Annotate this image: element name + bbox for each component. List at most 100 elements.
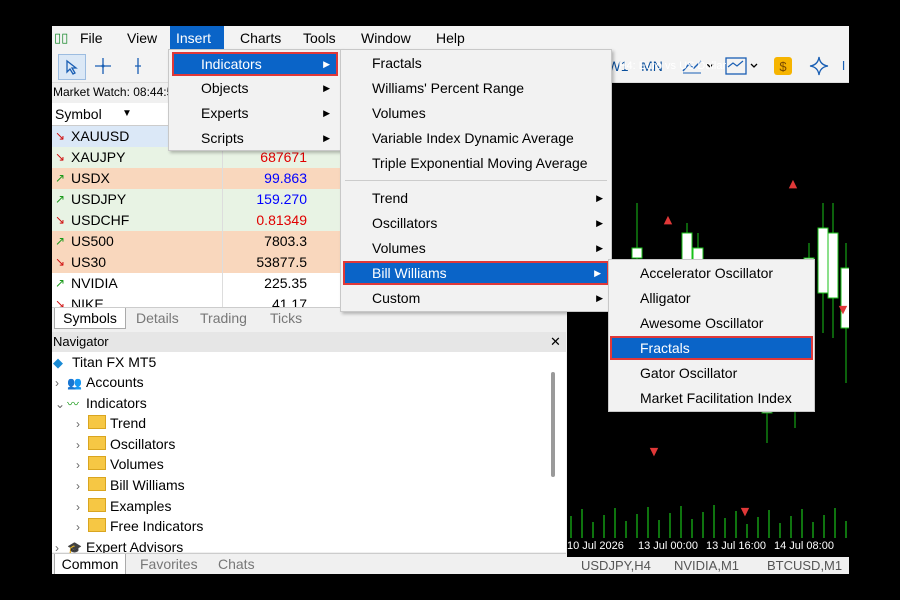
chart-tab-nvidia[interactable]: NVIDIA,M1 xyxy=(674,557,739,574)
market-watch-row[interactable]: ↗ USDX 99.863 xyxy=(52,168,342,189)
templates-icon[interactable] xyxy=(724,54,760,78)
sparkle-icon[interactable] xyxy=(806,54,832,78)
navigator-tree: ◆ Titan FX MT5 › 👥 Accounts ⌄ 〰 Indicators › Tre… xyxy=(52,352,566,555)
column-divider xyxy=(222,252,223,273)
navigator-item-label: Indicators xyxy=(86,394,147,411)
fractal-down-arrow: ▼ xyxy=(741,505,750,518)
menu-tools[interactable]: Tools xyxy=(297,26,342,50)
column-divider xyxy=(222,168,223,189)
symbol-column-header[interactable]: Symbol xyxy=(55,103,102,125)
navigator-item[interactable]: › Volumes xyxy=(76,454,164,474)
group-oscillators[interactable]: Oscillators ▶ xyxy=(341,211,611,235)
chevron-right-icon[interactable]: › xyxy=(76,455,88,475)
navigator-close-icon[interactable]: ✕ xyxy=(550,332,561,352)
folder-icon xyxy=(88,477,106,491)
chevron-right-icon[interactable]: › xyxy=(55,373,67,393)
tab-ticks[interactable]: Ticks xyxy=(270,308,302,328)
bw-gator-oscillator[interactable]: Gator Oscillator xyxy=(609,361,814,385)
group-volumes[interactable]: Volumes ▶ xyxy=(341,236,611,260)
submenu-arrow-icon: ▶ xyxy=(323,59,330,69)
dollar-icon[interactable]: $ xyxy=(772,54,794,78)
column-divider xyxy=(222,231,223,252)
group-trend[interactable]: Trend ▶ xyxy=(341,186,611,210)
recent-volumes[interactable]: Volumes xyxy=(341,101,611,125)
submenu-arrow-icon: ▶ xyxy=(323,108,330,118)
navigator-item[interactable]: › Bill Williams xyxy=(76,475,185,495)
tab-chats[interactable]: Chats xyxy=(218,554,255,574)
tab-symbols[interactable]: Symbols xyxy=(54,308,126,329)
navigator-title-bar: Navigator ✕ xyxy=(52,332,566,352)
market-watch-row[interactable]: ↗ US500 7803.3 xyxy=(52,231,342,252)
navigator-item[interactable]: › 👥 Accounts xyxy=(55,372,144,392)
recent-williams-percent-range[interactable]: Williams' Percent Range xyxy=(341,76,611,100)
navigator-item[interactable]: › Free Indicators xyxy=(76,516,203,536)
menu-view[interactable]: View xyxy=(121,26,163,50)
submenu-arrow-icon: ▶ xyxy=(596,193,603,203)
bw-fractals[interactable]: Fractals xyxy=(610,336,813,360)
navigator-item[interactable]: › Trend xyxy=(76,413,146,433)
navigator-item-label: Volumes xyxy=(110,456,164,473)
bw-alligator[interactable]: Alligator xyxy=(609,286,814,310)
symbol-name: USDX xyxy=(71,170,110,186)
vertical-line-icon[interactable] xyxy=(128,54,148,78)
tab-favorites[interactable]: Favorites xyxy=(140,554,198,574)
market-watch-row[interactable]: ↗ NVIDIA 225.35 xyxy=(52,273,342,294)
folder-icon xyxy=(88,497,106,512)
menu-insert[interactable]: Insert xyxy=(170,26,224,50)
crosshair-icon[interactable] xyxy=(90,54,116,78)
chevron-right-icon[interactable]: › xyxy=(76,435,88,455)
navigator-root[interactable]: ◆ Titan FX MT5 xyxy=(53,352,156,372)
bw-awesome-oscillator[interactable]: Awesome Oscillator xyxy=(609,311,814,335)
tab-common[interactable]: Common xyxy=(54,554,126,574)
chevron-right-icon[interactable]: › xyxy=(76,476,88,496)
candle-body xyxy=(631,247,643,259)
market-watch-row[interactable]: ↘ USDCHF 0.81349 xyxy=(52,210,342,231)
accounts-icon: 👥 xyxy=(67,376,82,390)
tab-trading[interactable]: Trading xyxy=(200,308,247,328)
chart-tab-usdjpy[interactable]: USDJPY,H4 xyxy=(581,557,651,574)
cursor-arrow-icon[interactable] xyxy=(58,54,86,80)
sort-arrow-icon[interactable]: ▼ xyxy=(122,103,132,125)
indicators-menu: Fractals Williams' Percent Range Volumes… xyxy=(340,49,612,312)
candle-body xyxy=(817,227,829,294)
group-custom[interactable]: Custom ▶ xyxy=(341,286,611,310)
recent-tema[interactable]: Triple Exponential Moving Average xyxy=(341,151,611,175)
chevron-right-icon[interactable]: › xyxy=(76,517,88,537)
tab-details[interactable]: Details xyxy=(136,308,179,328)
menu-item-objects[interactable]: Objects ▶ xyxy=(172,76,338,100)
market-watch-row[interactable]: ↗ USDJPY 159.270 xyxy=(52,189,342,210)
chevron-right-icon[interactable]: › xyxy=(76,497,88,517)
bw-accelerator-oscillator[interactable]: Accelerator Oscillator xyxy=(609,261,814,285)
symbol-name: XAUJPY xyxy=(71,149,126,165)
menu-charts[interactable]: Charts xyxy=(234,26,287,50)
more-toolbar-icon[interactable]: I xyxy=(838,54,849,78)
recent-vidya[interactable]: Variable Index Dynamic Average xyxy=(341,126,611,150)
chevron-right-icon[interactable]: › xyxy=(76,414,88,434)
submenu-arrow-icon: ▶ xyxy=(594,268,601,278)
navigator-item[interactable]: › Oscillators xyxy=(76,434,175,454)
folder-icon xyxy=(88,518,106,533)
symbol-value: 99.863 xyxy=(264,170,307,186)
bw-market-facilitation-index[interactable]: Market Facilitation Index xyxy=(609,386,814,410)
group-bill-williams[interactable]: Bill Williams ▶ xyxy=(343,261,609,285)
menu-item-indicators[interactable]: Indicators ▶ xyxy=(172,52,338,76)
navigator-scrollbar[interactable] xyxy=(551,372,555,477)
market-watch-row[interactable]: ↘ US30 53877.5 xyxy=(52,252,342,273)
chart-tab-btcusd[interactable]: BTCUSD,M1 xyxy=(767,557,842,574)
x-label-2: 13 Jul 00:00 xyxy=(638,540,698,552)
menu-file[interactable]: File xyxy=(74,26,109,50)
menu-help[interactable]: Help xyxy=(430,26,471,50)
menu-item-experts[interactable]: Experts ▶ xyxy=(172,101,338,125)
menu-item-scripts[interactable]: Scripts ▶ xyxy=(172,126,338,150)
menu-window[interactable]: Window xyxy=(355,26,417,50)
navigator-item[interactable]: ⌄ 〰 Indicators xyxy=(55,393,147,413)
candle-body xyxy=(840,267,849,329)
candle-body xyxy=(827,232,839,299)
navigator-item[interactable]: › Examples xyxy=(76,496,171,516)
chevron-down-icon[interactable]: ⌄ xyxy=(55,394,67,414)
column-divider xyxy=(222,189,223,210)
symbol-name: US500 xyxy=(71,233,114,249)
symbol-name: NVIDIA xyxy=(71,275,118,291)
recent-fractals[interactable]: Fractals xyxy=(341,51,611,75)
arrow-up-icon: ↗ xyxy=(55,276,66,290)
